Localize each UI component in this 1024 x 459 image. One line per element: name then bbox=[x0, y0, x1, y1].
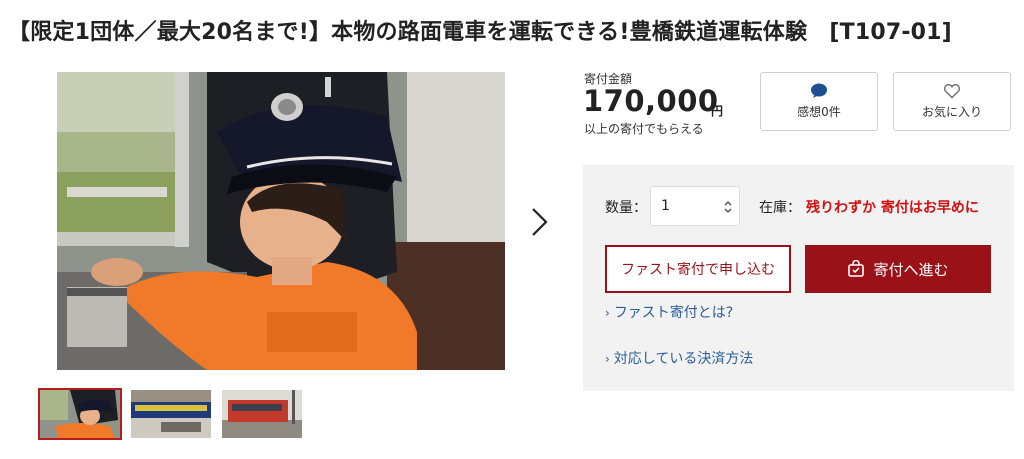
heart-icon bbox=[944, 84, 960, 99]
donation-note: 以上の寄付でもらえる bbox=[584, 122, 704, 136]
thumbnail-2[interactable] bbox=[129, 388, 213, 440]
quantity-label: 数量： bbox=[605, 200, 647, 216]
train-driver-photo bbox=[57, 72, 505, 370]
payment-methods-label: 対応している決済方法 bbox=[613, 351, 754, 367]
fast-donation-info-label: ファスト寄付とは? bbox=[613, 305, 734, 321]
payment-methods-link[interactable]: › 対応している決済方法 bbox=[605, 348, 753, 368]
thumbnail-1-image bbox=[40, 390, 120, 438]
quantity-select[interactable]: 1 bbox=[650, 186, 740, 226]
thumbnail-2-image bbox=[131, 390, 211, 438]
thumbnail-3[interactable] bbox=[220, 388, 304, 440]
thumbnail-strip bbox=[38, 388, 304, 440]
thumbnail-1[interactable] bbox=[38, 388, 122, 440]
main-product-image bbox=[57, 72, 505, 370]
donation-unit: 円 bbox=[711, 104, 724, 118]
fast-donation-label: ファスト寄付で申し込む bbox=[621, 262, 775, 278]
quantity-value: 1 bbox=[661, 198, 670, 214]
chevron-right-icon bbox=[532, 208, 548, 236]
proceed-donation-label: 寄付へ進む bbox=[873, 260, 949, 279]
donation-amount: 170,000 bbox=[583, 84, 719, 118]
proceed-donation-button[interactable]: 寄付へ進む bbox=[805, 245, 991, 293]
favorite-label: お気に入り bbox=[921, 105, 982, 119]
chevron-right-small-icon: › bbox=[605, 352, 610, 366]
next-image-button[interactable] bbox=[527, 205, 551, 239]
chevron-right-small-icon: › bbox=[605, 306, 610, 320]
product-title: 【限定1団体／最大20名まで!】本物の路面電車を運転できる!豊橋鉄道運転体験 [… bbox=[8, 20, 952, 45]
updown-caret-icon bbox=[724, 201, 732, 213]
fast-donation-button[interactable]: ファスト寄付で申し込む bbox=[605, 245, 791, 293]
fast-donation-info-link[interactable]: › ファスト寄付とは? bbox=[605, 302, 733, 322]
stock-status: 残りわずか 寄付はお早めに bbox=[806, 200, 979, 216]
speech-bubble-icon bbox=[811, 83, 827, 98]
thumbnail-3-image bbox=[222, 390, 302, 438]
order-panel: 数量： 1 在庫： 残りわずか 寄付はお早めに ファスト寄付で申し込む 寄付へ進… bbox=[583, 165, 1014, 391]
favorite-button[interactable]: お気に入り bbox=[893, 72, 1011, 131]
stock-label: 在庫： bbox=[759, 200, 801, 216]
review-button[interactable]: 感想0件 bbox=[760, 72, 878, 131]
cart-gift-icon bbox=[848, 260, 865, 277]
review-label: 感想0件 bbox=[797, 105, 841, 119]
